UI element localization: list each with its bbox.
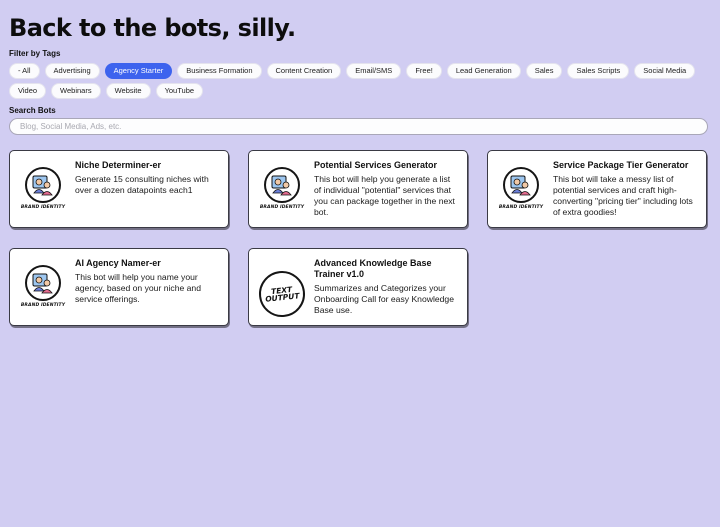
bot-description: Generate 15 consulting niches with over …	[75, 174, 209, 195]
tag-filter-list: - All Advertising Agency Starter Business F…	[9, 63, 699, 99]
filter-label: Filter by Tags	[9, 49, 61, 58]
tag-youtube[interactable]: YouTube	[155, 83, 204, 99]
brand-identity-icon	[264, 167, 300, 203]
bot-thumbnail: BRAND IDENTITY	[257, 159, 307, 227]
bot-card-body: Service Package Tier Generator This bot w…	[553, 159, 698, 227]
bot-description: Summarizes and Categorizes your Onboardi…	[314, 283, 454, 315]
bot-card[interactable]: BRAND IDENTITY Niche Determiner-er Generat…	[9, 150, 229, 228]
brand-identity-icon	[503, 167, 539, 203]
bot-card-grid: BRAND IDENTITY Niche Determiner-er Generat…	[9, 150, 714, 326]
bot-card-body: Advanced Knowledge Base Trainer v1.0 Summ…	[314, 257, 459, 325]
text-output-icon: TEXT OUTPUT	[256, 268, 308, 320]
tag-video[interactable]: Video	[9, 83, 47, 99]
bot-thumbnail: TEXT OUTPUT	[256, 257, 308, 325]
tag-agency-starter[interactable]: Agency Starter	[104, 63, 173, 79]
tag-social-media[interactable]: Social Media	[634, 63, 696, 79]
bot-card[interactable]: TEXT OUTPUT Advanced Knowledge Base Train…	[248, 248, 468, 326]
page-title: Back to the bots, silly.	[9, 14, 296, 42]
bot-description: This bot will take a messy list of poten…	[553, 174, 693, 217]
bot-title: Advanced Knowledge Base Trainer v1.0	[314, 258, 432, 279]
bot-title: Potential Services Generator	[314, 160, 438, 170]
thumbnail-caption: BRAND IDENTITY	[498, 205, 544, 210]
bot-card-body: Niche Determiner-er Generate 15 consultin…	[75, 159, 220, 227]
tag-sales[interactable]: Sales	[525, 63, 563, 79]
page: Back to the bots, silly. Filter by Tags …	[9, 14, 709, 135]
bot-thumbnail: BRAND IDENTITY	[18, 257, 68, 325]
bot-card[interactable]: BRAND IDENTITY AI Agency Namer-er This bot…	[9, 248, 229, 326]
tag-free[interactable]: Free!	[406, 63, 442, 79]
bot-description: This bot will help you name your agency,…	[75, 272, 201, 304]
bot-card[interactable]: BRAND IDENTITY Potential Services Generat…	[248, 150, 468, 228]
bot-title: Niche Determiner-er	[75, 160, 162, 170]
tag-lead-generation[interactable]: Lead Generation	[446, 63, 521, 79]
tag-website[interactable]: Website	[105, 83, 151, 99]
bot-card[interactable]: BRAND IDENTITY Service Package Tier Gener…	[487, 150, 707, 228]
tag-all[interactable]: - All	[9, 63, 40, 79]
bot-card-body: Potential Services Generator This bot wil…	[314, 159, 459, 227]
bot-title: Service Package Tier Generator	[553, 160, 689, 170]
tag-business-formation[interactable]: Business Formation	[177, 63, 262, 79]
thumbnail-caption: BRAND IDENTITY	[20, 303, 66, 308]
tag-sales-scripts[interactable]: Sales Scripts	[567, 63, 630, 79]
bot-description: This bot will help you generate a list o…	[314, 174, 455, 217]
tag-email-sms[interactable]: Email/SMS	[346, 63, 402, 79]
bot-thumbnail: BRAND IDENTITY	[496, 159, 546, 227]
tag-webinars[interactable]: Webinars	[51, 83, 101, 99]
bot-thumbnail: BRAND IDENTITY	[18, 159, 68, 227]
brand-identity-icon	[25, 265, 61, 301]
search-label: Search Bots	[9, 106, 56, 115]
brand-identity-icon	[25, 167, 61, 203]
thumbnail-caption: BRAND IDENTITY	[259, 205, 305, 210]
bot-title: AI Agency Namer-er	[75, 258, 161, 268]
bot-card-body: AI Agency Namer-er This bot will help you…	[75, 257, 220, 325]
thumbnail-caption: BRAND IDENTITY	[20, 205, 66, 210]
search-input[interactable]	[9, 118, 708, 135]
tag-advertising[interactable]: Advertising	[44, 63, 100, 79]
tag-content-creation[interactable]: Content Creation	[266, 63, 342, 79]
